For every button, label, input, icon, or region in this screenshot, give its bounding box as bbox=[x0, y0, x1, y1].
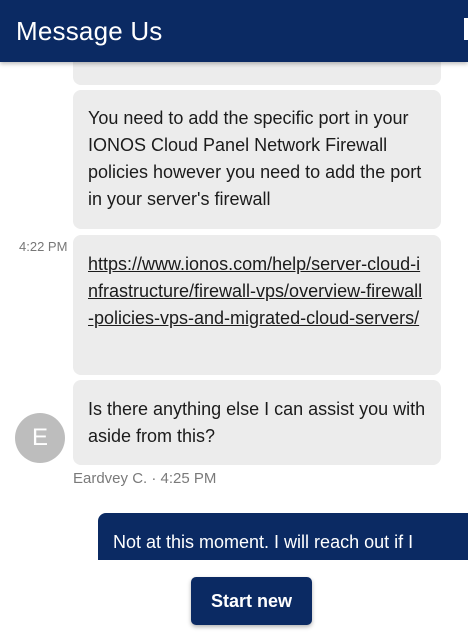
chat-header: Message Us bbox=[0, 0, 468, 62]
message-timestamp: 4:22 PM bbox=[19, 239, 68, 254]
agent-message-link: https://www.ionos.com/help/server-cloud-… bbox=[73, 235, 441, 375]
header-menu-icon[interactable] bbox=[464, 18, 468, 40]
help-article-link[interactable]: https://www.ionos.com/help/server-cloud-… bbox=[88, 254, 422, 328]
chat-title: Message Us bbox=[16, 15, 163, 46]
agent-message: You need to add the specific port in you… bbox=[73, 90, 441, 229]
chat-window: Message Us You need to add the specific … bbox=[0, 0, 468, 640]
agent-message: Is there anything else I can assist you … bbox=[73, 380, 441, 465]
message-text: You need to add the specific port in you… bbox=[88, 108, 422, 209]
agent-avatar: E bbox=[15, 413, 65, 463]
agent-message-clipped bbox=[73, 62, 441, 85]
message-text: Is there anything else I can assist you … bbox=[88, 399, 426, 446]
start-new-button[interactable]: Start new bbox=[191, 577, 312, 625]
chat-footer: Start new bbox=[0, 560, 468, 640]
agent-meta: Eardvey C. · 4:25 PM bbox=[73, 470, 217, 487]
message-text: Not at this moment. I will reach out if … bbox=[113, 532, 414, 552]
user-message: Not at this moment. I will reach out if … bbox=[98, 513, 468, 560]
message-thread[interactable]: You need to add the specific port in you… bbox=[0, 62, 468, 560]
